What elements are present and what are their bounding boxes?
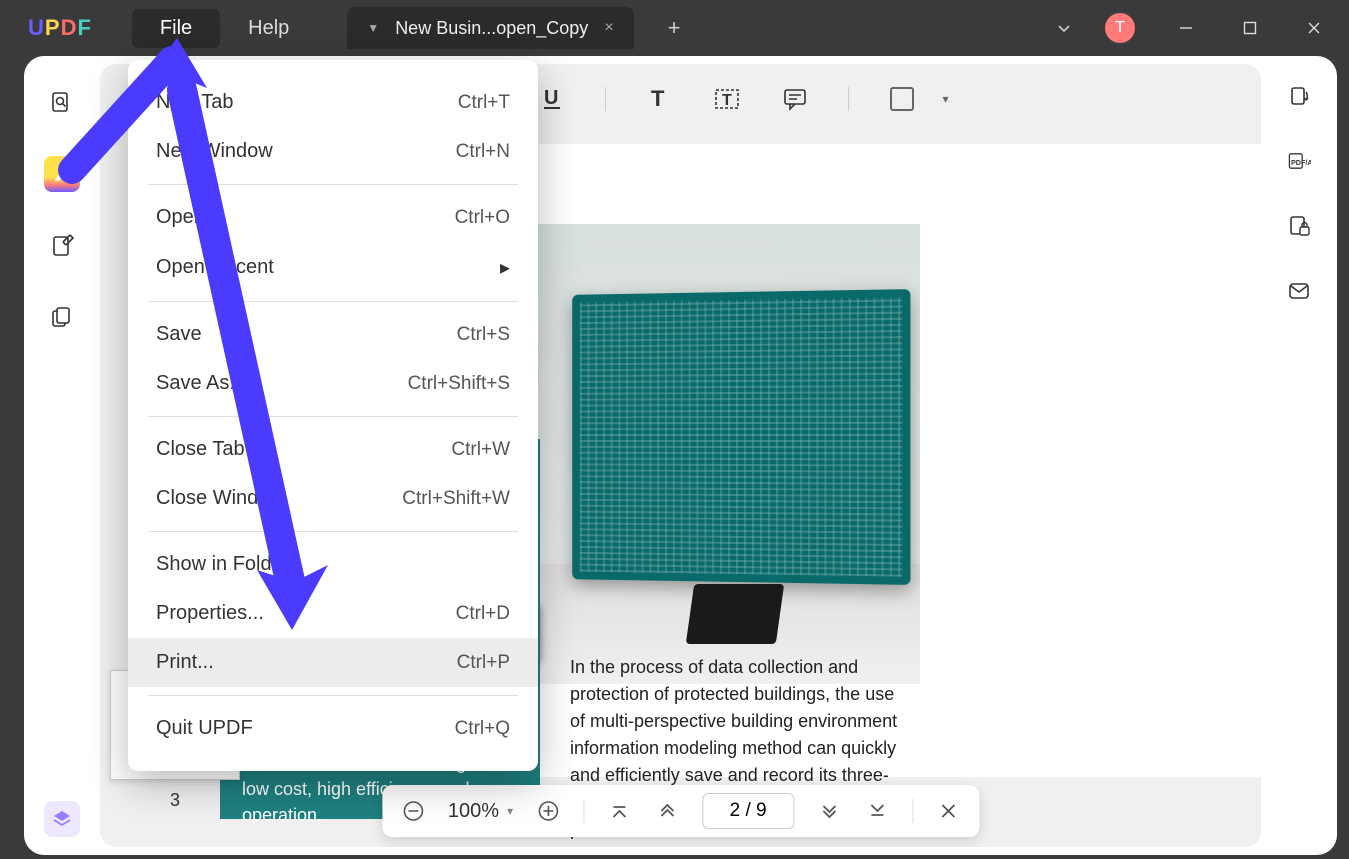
pages-tool-icon[interactable] [44, 300, 80, 336]
avatar[interactable]: T [1105, 13, 1135, 43]
menu-separator [148, 184, 518, 185]
menu-open[interactable]: Open...Ctrl+O [128, 193, 538, 242]
window-maximize-icon[interactable] [1227, 8, 1273, 48]
comment-tool-icon[interactable] [780, 84, 810, 114]
menu-save-as[interactable]: Save As...Ctrl+Shift+S [128, 359, 538, 408]
menu-quit[interactable]: Quit UPDFCtrl+Q [128, 704, 538, 753]
prev-page-icon[interactable] [654, 798, 680, 824]
right-rail: PDF/A [1261, 56, 1337, 855]
highlight-tool-icon[interactable] [44, 156, 80, 192]
underline-icon[interactable]: U [537, 84, 567, 114]
zoom-out-icon[interactable] [400, 798, 426, 824]
menu-save[interactable]: SaveCtrl+S [128, 310, 538, 359]
layers-icon[interactable] [44, 801, 80, 837]
menu-separator [148, 695, 518, 696]
app-logo: UPDF [28, 15, 92, 41]
page-number-input[interactable]: 2 / 9 [702, 793, 794, 829]
zoom-level[interactable]: 100%▾ [448, 800, 513, 823]
text-tool-icon[interactable]: T [644, 84, 674, 114]
rotate-icon[interactable] [1287, 84, 1311, 113]
lock-document-icon[interactable] [1287, 214, 1311, 243]
menu-separator [148, 301, 518, 302]
tab-close-icon[interactable]: × [600, 19, 617, 37]
pager-separator [912, 799, 913, 823]
menu-separator [148, 531, 518, 532]
menu-close-window[interactable]: Close WindowCtrl+Shift+W [128, 474, 538, 523]
titlebar: UPDF File Help ▼ New Busin...open_Copy ×… [0, 0, 1349, 56]
left-rail [24, 56, 100, 855]
tab-strip: ▼ New Busin...open_Copy × + [347, 7, 690, 49]
zoom-in-icon[interactable] [535, 798, 561, 824]
menu-show-in-folder[interactable]: Show in Folder [128, 540, 538, 589]
svg-text:T: T [651, 86, 665, 111]
search-icon[interactable] [44, 84, 80, 120]
mail-icon[interactable] [1287, 279, 1311, 308]
tab-add-button[interactable]: + [658, 11, 691, 45]
menubar: File Help [132, 9, 317, 48]
menu-print[interactable]: Print...Ctrl+P [128, 638, 538, 687]
pdfa-icon[interactable]: PDF/A [1287, 149, 1311, 178]
file-menu-dropdown: New TabCtrl+T New WindowCtrl+N Open...Ct… [128, 60, 538, 771]
pager-separator [583, 799, 584, 823]
menu-properties[interactable]: Properties...Ctrl+D [128, 589, 538, 638]
first-page-icon[interactable] [606, 798, 632, 824]
menu-separator [148, 416, 518, 417]
thumbnail-page-number: 3 [110, 790, 240, 811]
menu-close-tab[interactable]: Close TabCtrl+W [128, 425, 538, 474]
svg-text:T: T [722, 92, 732, 109]
menu-new-window[interactable]: New WindowCtrl+N [128, 127, 538, 176]
tab-dropdown-icon[interactable]: ▼ [363, 21, 383, 35]
shape-tool-icon[interactable] [887, 84, 917, 114]
menu-open-recent[interactable]: Open Recent▸ [128, 242, 538, 293]
menu-new-tab[interactable]: New TabCtrl+T [128, 78, 538, 127]
account-dropdown-icon[interactable] [1041, 8, 1087, 48]
window-close-icon[interactable] [1291, 8, 1337, 48]
edit-tool-icon[interactable] [44, 228, 80, 264]
svg-text:U: U [544, 87, 558, 109]
next-page-icon[interactable] [816, 798, 842, 824]
menu-help[interactable]: Help [220, 9, 317, 48]
document-tab[interactable]: ▼ New Busin...open_Copy × [347, 7, 633, 49]
window-controls: T [1041, 0, 1337, 56]
textbox-tool-icon[interactable]: T [712, 84, 742, 114]
tab-title: New Busin...open_Copy [395, 18, 588, 39]
pager-toolbar: 100%▾ 2 / 9 [382, 785, 979, 837]
window-minimize-icon[interactable] [1163, 8, 1209, 48]
submenu-arrow-icon: ▸ [500, 255, 510, 280]
svg-text:PDF/A: PDF/A [1291, 158, 1311, 167]
last-page-icon[interactable] [864, 798, 890, 824]
menu-file[interactable]: File [132, 9, 220, 48]
toolbar-separator [848, 87, 849, 111]
toolbar-separator [605, 87, 606, 111]
shape-dropdown-icon[interactable]: ▾ [931, 84, 961, 114]
pager-close-icon[interactable] [935, 798, 961, 824]
